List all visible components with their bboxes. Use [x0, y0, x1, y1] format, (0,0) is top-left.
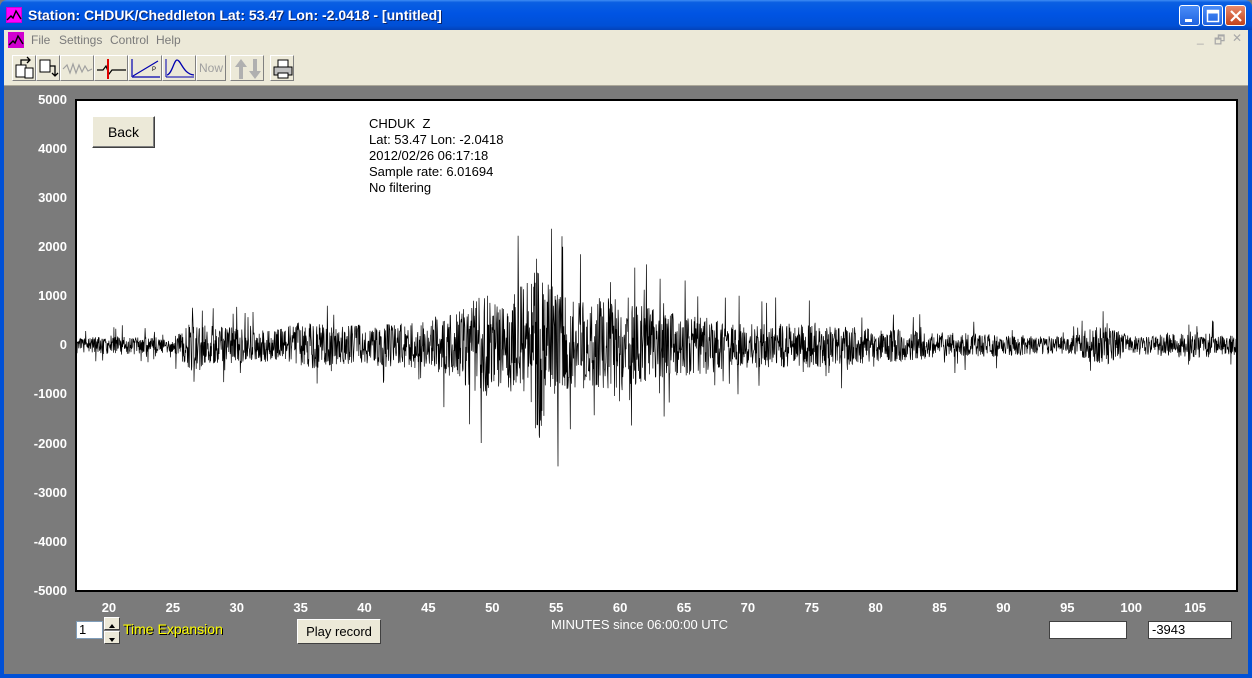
- x-tick-label: 70: [740, 600, 756, 615]
- window-border-right: [1248, 30, 1252, 678]
- title-bar[interactable]: Station: CHDUK/Cheddleton Lat: 53.47 Lon…: [0, 0, 1252, 30]
- seismogram-line: [77, 228, 1236, 467]
- minimize-button[interactable]: [1179, 5, 1200, 26]
- mdi-minimize-button[interactable]: _: [1197, 31, 1204, 45]
- readout-left: [1049, 621, 1127, 639]
- pick-button[interactable]: [94, 55, 128, 81]
- print-button[interactable]: [270, 55, 294, 81]
- close-icon: [1230, 10, 1242, 22]
- maximize-button[interactable]: [1202, 5, 1223, 26]
- x-tick-label: 85: [932, 600, 947, 615]
- y-tick-label: 4000: [38, 141, 67, 156]
- x-axis-title: MINUTES since 06:00:00 UTC: [551, 617, 729, 632]
- spin-up-button[interactable]: [104, 617, 120, 630]
- menu-settings[interactable]: Settings: [59, 33, 102, 47]
- pick-icon: [97, 59, 126, 79]
- y-tick-label: -3000: [33, 485, 67, 500]
- open-file-button[interactable]: [12, 55, 36, 81]
- x-tick-label: 60: [612, 600, 628, 615]
- y-tick-label: -2000: [33, 436, 67, 451]
- x-tick-label: 50: [485, 600, 500, 615]
- waveform-button[interactable]: [60, 55, 94, 81]
- now-button[interactable]: Now: [196, 55, 226, 81]
- y-tick-label: -1000: [33, 386, 67, 401]
- x-tick-label: 40: [357, 600, 372, 615]
- mdi-restore-button[interactable]: 🗗: [1214, 31, 1225, 52]
- x-tick-label: 55: [548, 600, 564, 615]
- waveform-icon: [62, 62, 93, 75]
- y-tick-label: -5000: [33, 583, 67, 598]
- sample-rate: Sample rate: 6.01694: [369, 164, 494, 179]
- window-border-bottom: [0, 674, 1252, 678]
- x-tick-label: 25: [165, 600, 181, 615]
- minimize-icon: [1185, 19, 1192, 22]
- save-file-icon: [39, 59, 59, 77]
- y-tick-label: 3000: [38, 190, 67, 205]
- menu-control[interactable]: Control: [110, 33, 149, 47]
- time-expansion-input[interactable]: 1: [76, 621, 103, 639]
- app-icon: [6, 7, 22, 23]
- station-info: CHDUK Z Lat: 53.47 Lon: -2.0418 2012/02/…: [369, 116, 503, 196]
- x-tick-label: 100: [1120, 600, 1143, 615]
- x-tick-label: 45: [421, 600, 436, 615]
- back-button[interactable]: Back: [92, 116, 155, 148]
- up-arrow-icon: [109, 624, 115, 628]
- y-tick-label: 1000: [38, 288, 67, 303]
- slope-button[interactable]: P: [128, 55, 162, 81]
- x-tick-label: 105: [1184, 600, 1206, 615]
- y-tick-label: 2000: [38, 239, 67, 254]
- x-tick-label: 90: [996, 600, 1011, 615]
- station-location: Lat: 53.47 Lon: -2.0418: [369, 132, 504, 147]
- x-tick-label: 30: [229, 600, 244, 615]
- document-icon[interactable]: [8, 32, 24, 48]
- print-icon: [273, 59, 293, 79]
- readout-right: -3943: [1148, 621, 1232, 639]
- x-tick-label: 95: [1060, 600, 1075, 615]
- x-tick-label: 75: [804, 600, 819, 615]
- x-tick-label: 80: [868, 600, 883, 615]
- x-tick-label: 20: [101, 600, 117, 615]
- menu-file[interactable]: File: [31, 33, 50, 47]
- down-arrow-icon: [109, 638, 115, 642]
- spectrum-button[interactable]: [162, 55, 196, 81]
- window-title: Station: CHDUK/Cheddleton Lat: 53.47 Lon…: [28, 7, 442, 23]
- x-tick-label: 65: [676, 600, 692, 615]
- toolbar: P Now: [4, 50, 1248, 86]
- open-file-icon: [15, 56, 34, 79]
- y-tick-label: -4000: [33, 534, 67, 549]
- menu-bar: File Settings Control Help _ 🗗 ✕: [4, 30, 1248, 50]
- filter-status: No filtering: [369, 180, 432, 195]
- x-tick-label: 35: [293, 600, 308, 615]
- y-tick-label: 5000: [38, 92, 67, 107]
- maximize-icon: [1206, 9, 1220, 23]
- y-tick-label: 0: [59, 337, 67, 352]
- seismogram-plot[interactable]: [75, 99, 1238, 592]
- svg-text:P: P: [152, 67, 156, 73]
- spectrum-icon: [165, 59, 195, 78]
- menu-help[interactable]: Help: [156, 33, 181, 47]
- mdi-close-button[interactable]: ✕: [1232, 31, 1242, 45]
- slope-icon: P: [131, 59, 160, 78]
- time-expansion-label: Time Expansion: [123, 621, 223, 637]
- up-down-button[interactable]: [230, 55, 264, 81]
- spin-down-button[interactable]: [104, 631, 120, 644]
- close-button[interactable]: [1225, 5, 1246, 26]
- save-file-button[interactable]: [36, 55, 60, 81]
- seismogram-trace: [77, 228, 1236, 467]
- play-record-button[interactable]: Play record: [297, 619, 381, 644]
- record-timestamp: 2012/02/26 06:17:18: [369, 148, 489, 163]
- station-channel: CHDUK Z: [369, 116, 431, 131]
- up-down-arrows-icon: [235, 59, 261, 79]
